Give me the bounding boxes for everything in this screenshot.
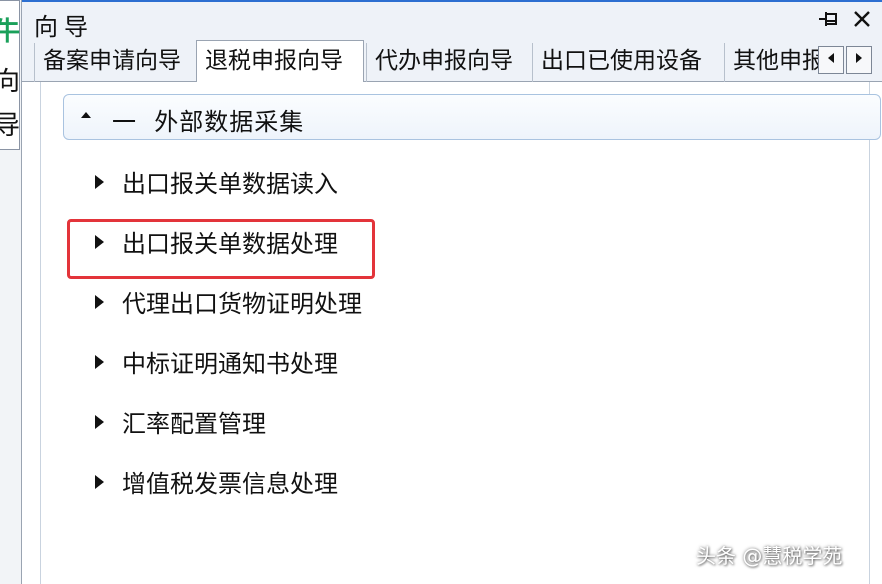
play-arrow-icon [93,354,105,374]
vertical-tab-glyph: 向 [0,67,21,97]
panel-titlebar: 向导 [22,0,882,41]
list-item-label: 出口报关单数据读入 [122,170,338,198]
vertical-tab-glyph: 导 [0,111,21,141]
tab-agent-wizard[interactable]: 代办申报向导 [366,43,532,82]
panel-title: 向导 [34,13,94,41]
play-arrow-icon [93,174,105,194]
watermark-text: 头条 @慧税学苑 [696,544,843,568]
list-item-label: 中标证明通知书处理 [122,350,338,378]
tab-refund-wizard[interactable]: 退税申报向导 [196,40,364,83]
list-item-highlighted[interactable]: 出口报关单数据处理 [93,226,513,262]
play-arrow-icon [93,294,105,314]
play-arrow-icon [93,474,105,494]
close-icon-graphic [854,11,870,27]
tab-scroll-left-button[interactable] [818,46,844,74]
list-item[interactable]: 增值税发票信息处理 [93,466,513,502]
tab-other[interactable]: 其他申报 [724,43,818,82]
play-arrow-icon [93,414,105,434]
vertical-tab-glyph: 牛 [0,17,21,47]
wizard-list-container: 一 外部数据采集 出口报关单数据读入 出口报关单数据处理 代理出口货物证明处理 [40,82,881,584]
group-title: 外部数据采集 [154,108,305,136]
list-item[interactable]: 汇率配置管理 [93,406,513,442]
tab-filing-wizard[interactable]: 备案申请向导 [34,43,196,82]
tab-used-equipment[interactable]: 出口已使用设备 [532,43,724,82]
collapse-caret-icon [80,109,92,124]
play-arrow-icon [93,234,105,254]
group-header-label: 一 外部数据采集 [112,102,304,137]
tab-scroll-right-button[interactable] [846,46,872,74]
list-item[interactable]: 代理出口货物证明处理 [93,286,513,322]
pin-icon-graphic [819,12,837,26]
vertical-tab-wizard[interactable]: 牛 向 导 [0,0,20,150]
list-item-label: 出口报关单数据处理 [122,230,338,258]
list-item[interactable]: 中标证明通知书处理 [93,346,513,382]
list-item-label: 代理出口货物证明处理 [122,290,362,318]
tab-strip: 备案申请向导 退税申报向导 代办申报向导 出口已使用设备 其他申报 [22,40,882,83]
caret-up-icon [81,112,91,118]
pin-icon[interactable] [815,6,843,36]
triangle-left-icon [828,53,834,63]
left-side-panel: 牛 向 导 [0,0,22,584]
collapse-symbol: 一 [112,108,137,136]
list-item-label: 增值税发票信息处理 [122,470,338,498]
wizard-content-panel: 一 外部数据采集 出口报关单数据读入 出口报关单数据处理 代理出口货物证明处理 [22,82,882,584]
list-item-label: 汇率配置管理 [122,410,266,438]
list-item[interactable]: 出口报关单数据读入 [93,166,513,202]
group-header-external-data[interactable]: 一 外部数据采集 [63,94,881,140]
close-icon[interactable] [848,6,876,36]
triangle-right-icon [856,53,862,63]
